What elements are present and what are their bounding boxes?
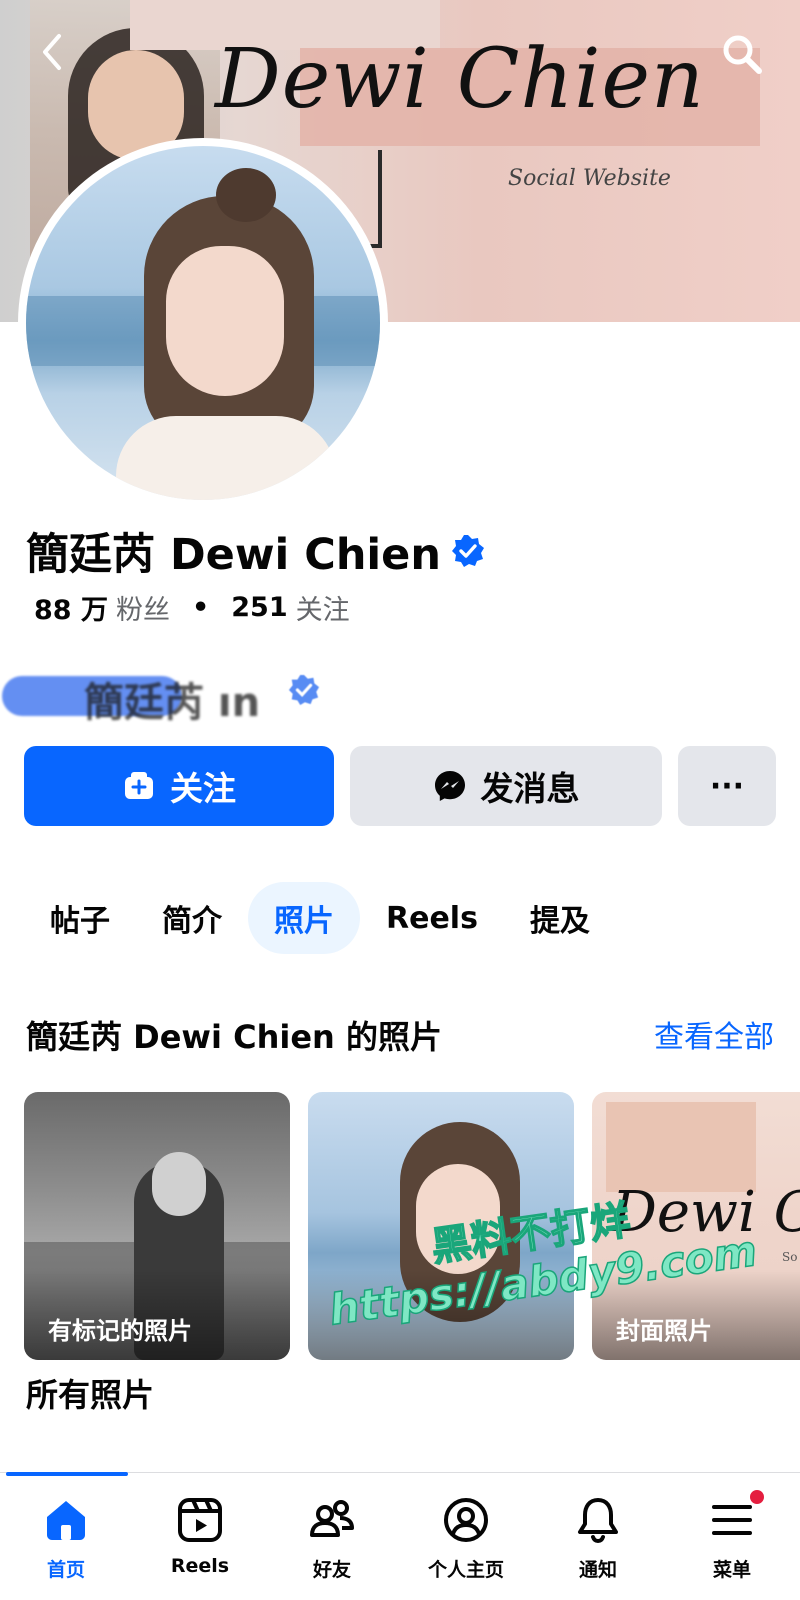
friends-icon: [310, 1500, 354, 1537]
nav-menu[interactable]: 菜单: [672, 1495, 792, 1582]
nav-friends[interactable]: 好友: [272, 1495, 392, 1582]
profile-name-row: 簡廷芮 Dewi Chien: [26, 520, 485, 582]
tab-reels[interactable]: Reels: [360, 882, 504, 954]
followers-count[interactable]: 88 万: [34, 588, 108, 627]
nav-label: 好友: [312, 1559, 351, 1581]
nav-notifications[interactable]: 通知: [538, 1495, 658, 1582]
nav-label: 个人主页: [427, 1559, 504, 1581]
thumb-cover-text: Dewi C: [612, 1180, 800, 1245]
more-icon: ···: [709, 768, 745, 804]
nav-label: 通知: [578, 1559, 617, 1581]
thumb-shade: [308, 1270, 574, 1360]
cover-title: Dewi Chien: [215, 32, 705, 127]
profile-avatar[interactable]: [18, 138, 388, 508]
avatar-face: [166, 246, 284, 396]
tab-photos[interactable]: 照片: [248, 882, 360, 954]
thumb-head: [152, 1152, 206, 1216]
cover-frame-line: [378, 150, 382, 246]
album-label: 封面照片: [616, 1317, 712, 1345]
chevron-left-icon: [43, 34, 61, 70]
avatar-shoulder: [116, 416, 336, 500]
all-photos-title: 所有照片: [26, 1376, 155, 1414]
followers-label[interactable]: 粉丝: [116, 588, 170, 627]
stats-separator: •: [191, 592, 210, 623]
reels-icon: [178, 1498, 222, 1542]
more-button[interactable]: ···: [678, 746, 776, 826]
thumb-cover-subtext: So: [782, 1250, 798, 1264]
home-icon: [47, 1501, 85, 1540]
nav-label: 菜单: [712, 1559, 751, 1581]
tab-about[interactable]: 简介: [136, 882, 248, 954]
following-label[interactable]: 关注: [296, 588, 350, 627]
messenger-icon: [434, 771, 465, 801]
tab-mentions[interactable]: 提及: [504, 882, 616, 954]
thumb-face: [416, 1164, 500, 1274]
back-button[interactable]: [28, 28, 76, 76]
follow-button[interactable]: 关注: [24, 746, 334, 826]
bottom-nav: 首页 Reels 好友 个人主页 通知 菜单: [0, 1472, 800, 1600]
cover-photos-album[interactable]: Dewi C So 封面照片: [592, 1092, 800, 1360]
follow-label: 关注: [170, 769, 236, 808]
profile-stats: 88 万 粉丝 • 251 关注: [34, 588, 350, 627]
avatar-image: [26, 146, 380, 500]
following-count[interactable]: 251: [231, 592, 287, 623]
nav-label: 首页: [46, 1559, 85, 1581]
profile-icon: [444, 1498, 488, 1542]
profile-photos-album[interactable]: [308, 1092, 574, 1360]
verified-badge-icon: [451, 535, 484, 567]
profile-tabs: 帖子 简介 照片 Reels 提及: [24, 880, 616, 956]
search-button[interactable]: [716, 28, 768, 80]
photos-section-title: 簡廷芮 Dewi Chien 的照片: [26, 1018, 442, 1056]
ghost-verified-icon: [288, 674, 320, 706]
nav-reels[interactable]: Reels: [140, 1495, 260, 1577]
follow-icon: [125, 772, 153, 799]
menu-notification-badge: [748, 1488, 766, 1506]
ghost-fade: [320, 664, 400, 724]
message-label: 发消息: [480, 769, 580, 808]
bell-icon: [578, 1498, 618, 1544]
nav-profile[interactable]: 个人主页: [406, 1495, 526, 1582]
ghost-name: 簡廷芮 ın: [84, 680, 261, 724]
avatar-hair-bun: [216, 168, 276, 222]
nav-label: Reels: [170, 1555, 230, 1577]
profile-name: 簡廷芮 Dewi Chien: [26, 530, 441, 580]
nav-active-indicator: [6, 1472, 128, 1476]
tagged-photos-album[interactable]: 有标记的照片: [24, 1092, 290, 1360]
tab-posts[interactable]: 帖子: [24, 882, 136, 954]
thumb-eyes: [606, 1102, 756, 1192]
album-label: 有标记的照片: [48, 1317, 192, 1345]
see-all-link[interactable]: 查看全部: [654, 1012, 774, 1056]
message-button[interactable]: 发消息: [350, 746, 662, 826]
search-icon: [723, 35, 762, 74]
sticky-header-ghost: 簡廷芮 ın: [0, 664, 400, 724]
cover-subtitle: Social Website: [508, 166, 671, 191]
nav-home[interactable]: 首页: [6, 1495, 126, 1582]
